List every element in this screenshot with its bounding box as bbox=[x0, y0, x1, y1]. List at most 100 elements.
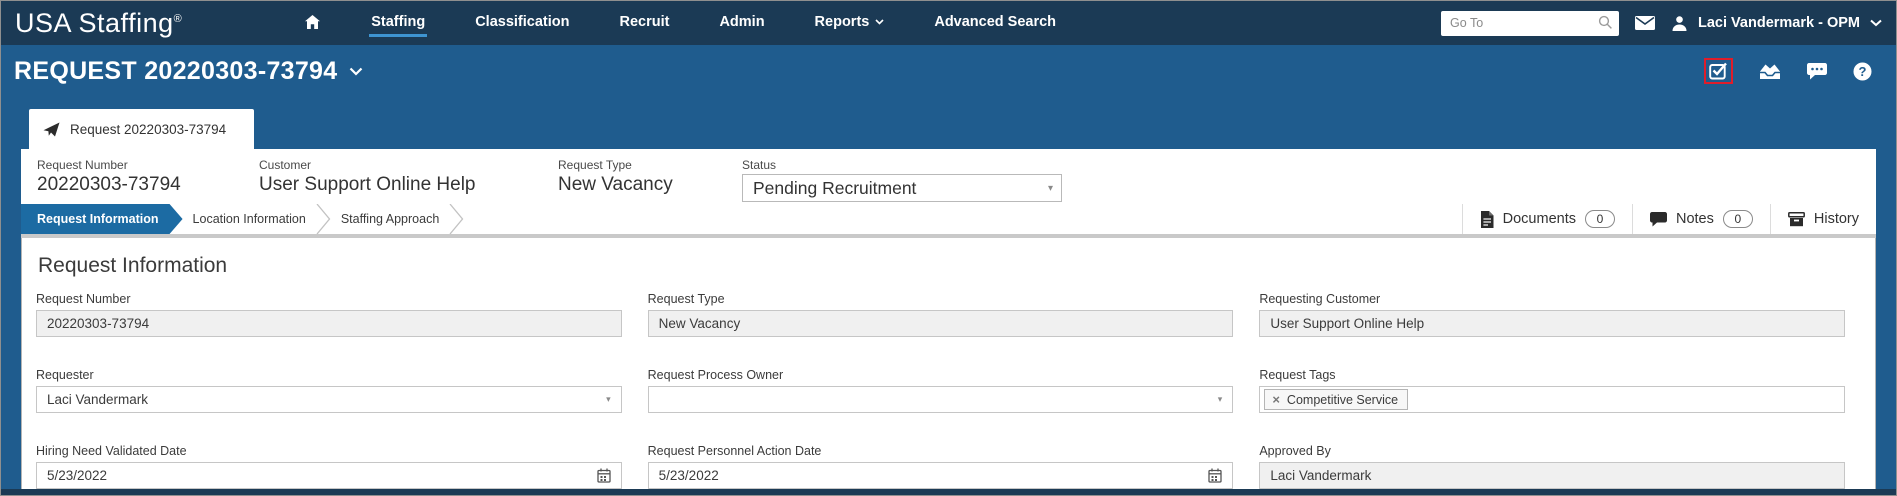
notes-count-badge: 0 bbox=[1722, 210, 1753, 228]
field-label: Approved By bbox=[1259, 444, 1331, 458]
select-value: Laci Vandermark bbox=[47, 392, 149, 407]
nav-label: Admin bbox=[719, 13, 765, 30]
nav-advanced-search[interactable]: Advanced Search bbox=[932, 9, 1058, 38]
request-tags-input[interactable]: × Competitive Service bbox=[1259, 386, 1845, 413]
nav-home[interactable] bbox=[302, 8, 323, 38]
field-request-tags: Request Tags × Competitive Service bbox=[1259, 368, 1845, 413]
summary-status: Status Pending Recruitment ▾ bbox=[742, 156, 1876, 204]
workflow-tabs: Request Information Location Information… bbox=[21, 204, 1876, 234]
hiring-need-validated-date-input[interactable]: 5/23/2022 bbox=[36, 462, 622, 489]
tab-label: Staffing Approach bbox=[340, 212, 440, 226]
archive-history-icon bbox=[1787, 211, 1805, 227]
main-nav: Staffing Classification Recruit Admin Re… bbox=[302, 8, 1058, 38]
nav-label: Advanced Search bbox=[934, 13, 1057, 30]
select-caret-icon: ▾ bbox=[606, 394, 611, 404]
field-label: Status bbox=[742, 158, 777, 172]
paper-plane-icon bbox=[43, 122, 60, 137]
field-approved-by: Approved By Laci Vandermark bbox=[1259, 444, 1845, 489]
nav-staffing[interactable]: Staffing bbox=[369, 9, 428, 38]
field-request-number: Request Number 20220303-73794 bbox=[36, 292, 622, 337]
chevron-down-icon bbox=[1870, 19, 1882, 27]
input-value: Laci Vandermark bbox=[1270, 468, 1372, 483]
help-icon[interactable]: ? bbox=[1853, 62, 1872, 81]
field-request-type: Request Type New Vacancy bbox=[647, 292, 1234, 337]
documents-button[interactable]: Documents 0 bbox=[1461, 204, 1632, 234]
note-bubble-icon bbox=[1649, 211, 1667, 227]
requester-select[interactable]: Laci Vandermark ▾ bbox=[36, 386, 622, 413]
request-process-owner-select[interactable]: ▾ bbox=[647, 386, 1234, 413]
chat-icon[interactable] bbox=[1807, 62, 1827, 80]
field-label: Hiring Need Validated Date bbox=[36, 444, 187, 458]
remove-tag-icon[interactable]: × bbox=[1272, 393, 1280, 406]
request-tab[interactable]: Request 20220303-73794 bbox=[29, 109, 255, 149]
tab-staffing-approach[interactable]: Staffing Approach bbox=[331, 204, 449, 234]
nav-label: Reports bbox=[814, 13, 870, 30]
tab-location-information[interactable]: Location Information bbox=[183, 204, 316, 234]
mail-icon[interactable] bbox=[1635, 16, 1656, 30]
reviews-inbox-icon[interactable] bbox=[1759, 63, 1781, 80]
request-number-input: 20220303-73794 bbox=[36, 310, 622, 337]
svg-text:?: ? bbox=[1859, 64, 1867, 79]
top-navbar: USA Staffing® Staffing Classification Re… bbox=[1, 1, 1896, 45]
nav-reports[interactable]: Reports bbox=[813, 9, 887, 38]
user-menu[interactable]: Laci Vandermark - OPM bbox=[1671, 15, 1882, 32]
checkbox-tasks-icon[interactable] bbox=[1709, 62, 1728, 80]
app-window: USA Staffing® Staffing Classification Re… bbox=[0, 0, 1897, 496]
field-label: Request Personnel Action Date bbox=[647, 444, 822, 458]
input-value: User Support Online Help bbox=[1270, 316, 1425, 331]
field-label: Request Number bbox=[37, 158, 128, 172]
summary-request-number: Request Number 20220303-73794 bbox=[37, 156, 259, 204]
chevron-down-icon[interactable] bbox=[349, 67, 363, 76]
request-type-input: New Vacancy bbox=[647, 310, 1234, 337]
nav-label: Recruit bbox=[619, 13, 670, 30]
status-value: Pending Recruitment bbox=[753, 177, 917, 198]
status-select[interactable]: Pending Recruitment ▾ bbox=[742, 174, 1062, 202]
input-value: 20220303-73794 bbox=[47, 316, 150, 331]
app-logo[interactable]: USA Staffing® bbox=[15, 8, 182, 39]
summary-request-type: Request Type New Vacancy bbox=[558, 156, 742, 204]
tasks-highlight-box bbox=[1704, 58, 1733, 84]
field-value: User Support Online Help bbox=[259, 174, 476, 195]
goto-search bbox=[1441, 10, 1620, 36]
field-label: Requester bbox=[36, 368, 94, 382]
user-icon bbox=[1671, 15, 1688, 32]
field-requesting-customer: Requesting Customer User Support Online … bbox=[1259, 292, 1845, 337]
tab-separator-icon bbox=[449, 204, 464, 234]
field-label: Request Type bbox=[647, 292, 725, 306]
calendar-icon[interactable] bbox=[1208, 468, 1222, 483]
field-label: Requesting Customer bbox=[1259, 292, 1381, 306]
nav-recruit[interactable]: Recruit bbox=[617, 9, 671, 38]
field-label: Request Tags bbox=[1259, 368, 1336, 382]
documents-count-badge: 0 bbox=[1584, 210, 1615, 228]
date-value: 5/23/2022 bbox=[658, 468, 719, 483]
notes-button[interactable]: Notes 0 bbox=[1631, 204, 1770, 234]
nav-label: Staffing bbox=[371, 13, 426, 30]
field-label: Request Type bbox=[558, 158, 632, 172]
tab-request-information[interactable]: Request Information bbox=[21, 204, 183, 234]
date-value: 5/23/2022 bbox=[47, 468, 108, 483]
home-icon bbox=[304, 14, 321, 30]
tag-label: Competitive Service bbox=[1286, 392, 1399, 407]
nav-classification[interactable]: Classification bbox=[473, 9, 571, 38]
goto-input[interactable] bbox=[1441, 10, 1620, 36]
field-label: Customer bbox=[259, 158, 312, 172]
request-form: Request Number 20220303-73794 Request Ty… bbox=[36, 292, 1845, 489]
history-button[interactable]: History bbox=[1769, 204, 1876, 234]
search-icon[interactable] bbox=[1598, 15, 1613, 30]
brand-text: USA Staffing bbox=[15, 7, 174, 38]
documents-label: Documents bbox=[1502, 211, 1576, 227]
select-caret-icon: ▾ bbox=[1047, 182, 1053, 194]
calendar-icon[interactable] bbox=[597, 468, 611, 483]
select-caret-icon: ▾ bbox=[1217, 394, 1223, 404]
request-tab-label: Request 20220303-73794 bbox=[70, 121, 227, 137]
request-personnel-action-date-input[interactable]: 5/23/2022 bbox=[647, 462, 1234, 489]
tab-separator-icon bbox=[316, 204, 331, 234]
section-heading: Request Information bbox=[38, 254, 228, 277]
nav-admin[interactable]: Admin bbox=[717, 9, 766, 38]
notes-label: Notes bbox=[1675, 211, 1714, 227]
title-bar-icons: ? bbox=[1704, 58, 1872, 84]
field-request-process-owner: Request Process Owner ▾ bbox=[647, 368, 1234, 413]
user-name: Laci Vandermark - OPM bbox=[1698, 15, 1860, 31]
field-label: Request Process Owner bbox=[647, 368, 784, 382]
page-title: REQUEST 20220303-73794 bbox=[14, 57, 363, 86]
